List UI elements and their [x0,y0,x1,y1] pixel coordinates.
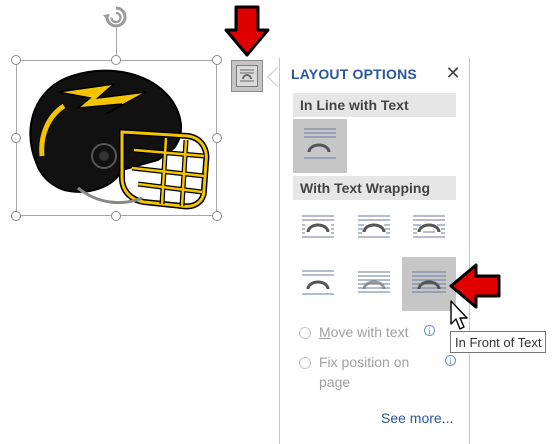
mouse-cursor-icon [450,300,468,330]
info-icon[interactable]: i [445,355,456,366]
football-helmet-image[interactable] [18,64,214,212]
resize-handle-bottom-left[interactable] [11,211,21,221]
wrap-option-tight[interactable] [354,208,394,244]
wrap-option-top-and-bottom[interactable] [298,264,338,300]
info-icon[interactable]: i [424,325,435,336]
fix-position-label-line1: Fix position on [319,354,410,370]
section-header-wrapping: With Text Wrapping [293,176,456,200]
panel-title: LAYOUT OPTIONS [291,66,417,82]
move-with-text-label: Move with text [319,322,409,343]
section-header-inline: In Line with Text [293,93,456,117]
fix-position-radio[interactable] [299,357,311,369]
see-more-link[interactable]: See more... [381,410,453,426]
close-icon[interactable]: ✕ [444,63,462,83]
resize-handle-bottom-right[interactable] [212,211,222,221]
resize-handle-top-right[interactable] [212,55,222,65]
resize-handle-bottom[interactable] [111,211,121,221]
move-with-text-radio[interactable] [299,327,311,339]
move-with-text-rest: ove with text [330,324,409,340]
layout-options-icon [236,65,258,87]
wrap-option-in-line[interactable] [293,119,347,173]
wrap-option-square[interactable] [298,208,338,244]
move-with-text-mnemonic: M [319,324,331,340]
tooltip: In Front of Text [450,331,547,353]
layout-options-button[interactable] [231,60,263,92]
wrap-option-behind-text[interactable] [354,264,394,300]
red-arrow-icon [224,5,270,57]
resize-handle-right[interactable] [212,133,222,143]
wrap-option-through[interactable] [409,208,449,244]
resize-handle-top[interactable] [111,55,121,65]
fix-position-label-line2: page [319,374,351,390]
rotate-icon[interactable] [102,4,130,32]
resize-handle-top-left[interactable] [11,55,21,65]
resize-handle-left[interactable] [11,133,21,143]
